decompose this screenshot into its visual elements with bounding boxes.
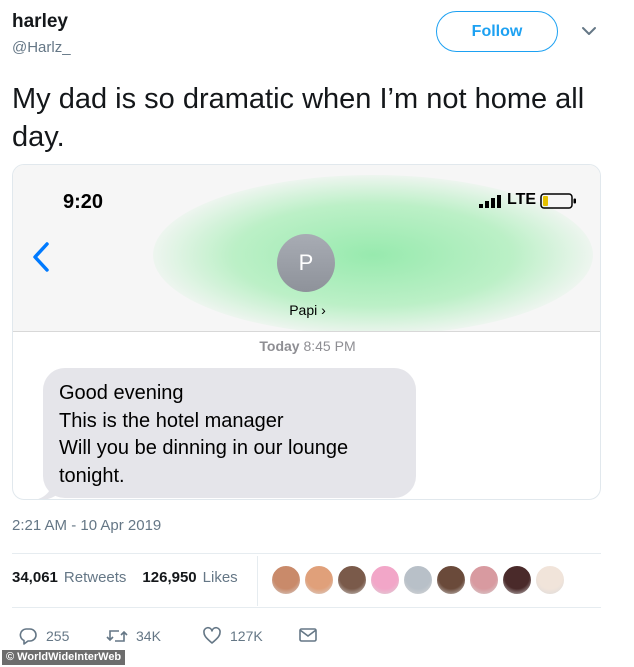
reply-action[interactable]: 255 — [18, 626, 69, 646]
retweet-icon — [106, 630, 128, 642]
watermark: © WorldWideInterWeb — [2, 650, 126, 665]
network-label: LTE — [507, 191, 537, 208]
display-name[interactable]: harley — [12, 11, 68, 33]
status-time: 9:20 — [63, 191, 104, 213]
battery-icon — [540, 193, 576, 209]
message-time: 8:45 PM — [303, 338, 356, 354]
retweets-label[interactable]: Retweets — [64, 569, 127, 586]
liker-avatar[interactable] — [370, 565, 400, 595]
engagement-stats: 34,061 Retweets 126,950 Likes — [12, 569, 238, 586]
tweet-timestamp[interactable]: 2:21 AM - 10 Apr 2019 — [12, 517, 161, 534]
day-label: Today — [259, 338, 300, 354]
liker-avatars — [271, 565, 581, 595]
envelope-icon — [299, 628, 317, 642]
liker-avatar[interactable] — [271, 565, 301, 595]
liker-avatar[interactable] — [535, 565, 565, 595]
message-bubble: Good evening This is the hotel manager W… — [43, 368, 416, 498]
liker-avatar[interactable] — [469, 565, 499, 595]
liker-avatar[interactable] — [502, 565, 532, 595]
liker-avatar[interactable] — [403, 565, 433, 595]
chevron-down-icon[interactable] — [580, 24, 598, 38]
message-timestamp: Today 8:45 PM — [13, 338, 600, 354]
reply-count: 255 — [46, 628, 70, 644]
heart-icon — [203, 626, 221, 644]
stats-divider — [257, 556, 258, 606]
likes-count[interactable]: 126,950 — [142, 569, 196, 586]
message-line: tonight. — [59, 464, 125, 487]
like-action[interactable]: 127K — [202, 626, 263, 646]
tweet-image[interactable]: 9:20 LTE P Papi › Today 8:45 PM Good eve… — [12, 164, 601, 500]
message-action[interactable] — [298, 626, 318, 644]
liker-avatar[interactable] — [436, 565, 466, 595]
message-line: Will you be dinning in our lounge — [59, 437, 349, 459]
retweets-count[interactable]: 34,061 — [12, 569, 58, 586]
retweet-action[interactable]: 34K — [106, 626, 161, 646]
reply-icon — [19, 628, 37, 645]
liker-avatar[interactable] — [304, 565, 334, 595]
follow-button[interactable]: Follow — [436, 11, 558, 52]
divider — [12, 553, 601, 554]
likes-label[interactable]: Likes — [203, 569, 238, 586]
divider — [12, 607, 601, 608]
contact-name: Papi › — [289, 302, 326, 318]
user-handle[interactable]: @Harlz_ — [12, 39, 71, 56]
liker-avatar[interactable] — [337, 565, 367, 595]
imessage-header: 9:20 LTE P Papi › — [13, 165, 600, 332]
like-count: 127K — [230, 628, 263, 644]
tweet-text: My dad is so dramatic when I’m not home … — [12, 83, 585, 153]
contact-avatar: P — [277, 234, 335, 292]
retweet-count: 34K — [136, 628, 161, 644]
tweet-actions: 255 34K 127K — [18, 626, 338, 648]
signal-icon — [479, 195, 501, 208]
message-line: This is the hotel manager — [59, 409, 284, 432]
message-line: Good evening — [59, 382, 184, 404]
back-chevron-icon — [33, 242, 49, 272]
